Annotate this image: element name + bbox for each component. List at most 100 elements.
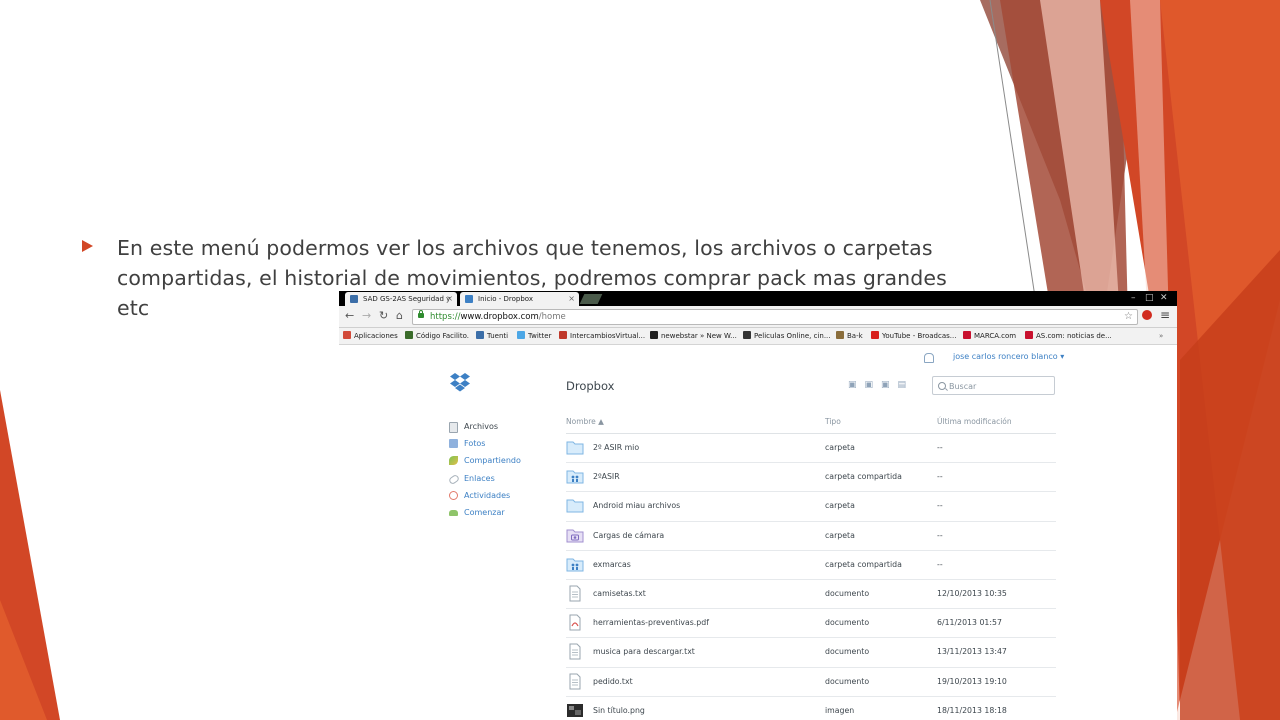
sidebar-item-compartiendo[interactable]: Compartiendo	[449, 452, 521, 469]
file-row[interactable]: camisetas.txt documento 12/10/2013 10:35	[566, 580, 1056, 610]
file-row[interactable]: Sin título.png imagen 18/11/2013 18:18	[566, 697, 1056, 720]
text-file-icon	[569, 585, 581, 602]
files-icon	[449, 422, 458, 433]
text-file-icon	[569, 673, 581, 689]
tuenti-icon	[476, 331, 484, 339]
tab-bar: SAD GS-2AS Seguridad y × Inicio - Dropbo…	[339, 291, 1177, 306]
shared-folder-icon	[566, 558, 584, 572]
pdf-file-icon	[569, 614, 581, 631]
bookmark-tuenti[interactable]: Tuenti	[476, 328, 508, 344]
dropbox-logo-icon[interactable]	[449, 373, 471, 393]
bookmark-intercambios[interactable]: IntercambiosVirtual...	[559, 328, 645, 344]
folder-icon	[566, 499, 584, 513]
activity-icon	[449, 490, 458, 500]
address-bar[interactable]: https://www.dropbox.com/home ☆	[412, 309, 1138, 325]
reload-icon[interactable]: ↻	[379, 309, 388, 323]
file-row[interactable]: 2º ASIR mio carpeta --	[566, 434, 1056, 464]
bak-icon	[836, 331, 844, 339]
film-icon	[743, 331, 751, 339]
image-file-icon	[567, 703, 583, 717]
back-arrow-icon[interactable]: ←	[345, 309, 354, 323]
shared-folder-icon	[566, 470, 584, 484]
column-nombre[interactable]: Nombre ▲	[566, 411, 604, 433]
bookmark-peliculas[interactable]: Peliculas Online, cin...	[743, 328, 831, 344]
shared-folder-icon[interactable]: ▣	[881, 380, 898, 390]
close-window-button[interactable]: ✕	[1160, 291, 1168, 305]
marca-icon	[963, 331, 971, 339]
tab-sad-seguridad[interactable]: SAD GS-2AS Seguridad y ×	[345, 292, 457, 306]
file-row[interactable]: 2ºASIR carpeta compartida --	[566, 463, 1056, 493]
dropbox-page: Dropbox jose carlos roncero blanco ▣▣▣▤ …	[339, 345, 1177, 720]
start-icon	[449, 509, 458, 516]
tab-inicio-dropbox[interactable]: Inicio - Dropbox ×	[460, 292, 579, 306]
bookmark-aplicaciones[interactable]: Aplicaciones	[343, 328, 398, 344]
new-tab-button[interactable]	[579, 294, 603, 304]
file-row[interactable]: musica para descargar.txt documento 13/1…	[566, 638, 1056, 668]
menu-icon[interactable]: ≡	[1160, 308, 1170, 322]
file-table-header: Nombre ▲ Tipo Última modificación	[566, 411, 1056, 434]
as-icon	[1025, 331, 1033, 339]
bookmark-twitter[interactable]: Twitter	[517, 328, 551, 344]
search-icon	[938, 382, 946, 390]
bookmark-ba-k[interactable]: Ba-k	[836, 328, 863, 344]
page-title: Dropbox	[566, 379, 615, 393]
bell-icon[interactable]	[924, 353, 934, 363]
apps-icon	[343, 331, 351, 339]
bookmarks-more-button[interactable]: »	[1159, 328, 1163, 344]
address-url: https://www.dropbox.com/home	[430, 312, 566, 322]
sidebar: Archivos Fotos Compartiendo Enlaces Acti…	[447, 418, 521, 521]
file-row[interactable]: Cargas de cámara carpeta --	[566, 522, 1056, 551]
sidebar-item-comenzar[interactable]: Comenzar	[449, 504, 521, 521]
search-placeholder: Buscar	[949, 382, 977, 391]
codigo-icon	[405, 331, 413, 339]
file-row[interactable]: pedido.txt documento 19/10/2013 19:10	[566, 668, 1056, 697]
browser-toolbar: ← → ↻ ⌂ https://www.dropbox.com/home ☆ ≡	[339, 306, 1177, 328]
bookmark-newebstar[interactable]: newebstar » New W...	[650, 328, 737, 344]
search-input[interactable]: Buscar	[932, 376, 1055, 395]
iv-icon	[559, 331, 567, 339]
close-icon[interactable]: ×	[568, 292, 575, 306]
bookmark-marca[interactable]: MARCA.com	[963, 328, 1016, 344]
user-menu[interactable]: jose carlos roncero blanco	[953, 352, 1064, 361]
youtube-icon	[871, 331, 879, 339]
camera-folder-icon	[566, 529, 584, 543]
tab-label: SAD GS-2AS Seguridad y	[363, 295, 451, 303]
column-tipo[interactable]: Tipo	[825, 411, 841, 433]
text-file-icon	[569, 643, 581, 660]
sidebar-item-archivos[interactable]: Archivos	[449, 418, 521, 435]
lock-icon	[418, 310, 424, 318]
forward-arrow-icon[interactable]: →	[362, 309, 371, 323]
tab-label: Inicio - Dropbox	[478, 295, 533, 303]
bookmark-star-icon[interactable]: ☆	[1124, 310, 1133, 324]
trash-icon[interactable]: ▤	[898, 380, 915, 390]
photos-icon	[449, 439, 458, 449]
new-folder-icon[interactable]: ▣	[865, 380, 882, 390]
bullet-arrow-icon	[82, 240, 93, 252]
upload-icon[interactable]: ▣	[848, 380, 865, 390]
file-row[interactable]: herramientas-preventivas.pdf documento 6…	[566, 609, 1056, 639]
sidebar-item-fotos[interactable]: Fotos	[449, 435, 521, 452]
file-actions: ▣▣▣▤	[848, 380, 914, 390]
file-row[interactable]: Android miau archivos carpeta --	[566, 492, 1056, 522]
file-row[interactable]: exmarcas carpeta compartida --	[566, 551, 1056, 580]
bookmarks-bar: Aplicaciones Código Facilito. Tuenti Twi…	[339, 328, 1177, 345]
file-list: 2º ASIR mio carpeta -- 2ºASIR carpeta co…	[566, 434, 1056, 720]
column-modificacion[interactable]: Última modificación	[937, 411, 1012, 433]
dropbox-icon	[465, 295, 473, 303]
extension-icon[interactable]	[1142, 310, 1152, 320]
star-icon	[650, 331, 658, 339]
sidebar-item-actividades[interactable]: Actividades	[449, 487, 521, 504]
link-icon	[447, 473, 461, 485]
sharing-icon	[449, 456, 458, 466]
bookmark-codigo-facilito[interactable]: Código Facilito.	[405, 328, 469, 344]
bookmark-youtube[interactable]: YouTube - Broadcas...	[871, 328, 956, 344]
bookmark-as[interactable]: AS.com: noticias de...	[1025, 328, 1112, 344]
maximize-button[interactable]: □	[1145, 291, 1154, 305]
close-icon[interactable]: ×	[446, 292, 453, 306]
sidebar-item-enlaces[interactable]: Enlaces	[447, 470, 521, 487]
minimize-button[interactable]: –	[1131, 291, 1136, 305]
home-icon[interactable]: ⌂	[396, 309, 403, 323]
twitter-icon	[517, 331, 525, 339]
p-icon	[350, 295, 358, 303]
browser-screenshot: SAD GS-2AS Seguridad y × Inicio - Dropbo…	[339, 291, 1177, 720]
